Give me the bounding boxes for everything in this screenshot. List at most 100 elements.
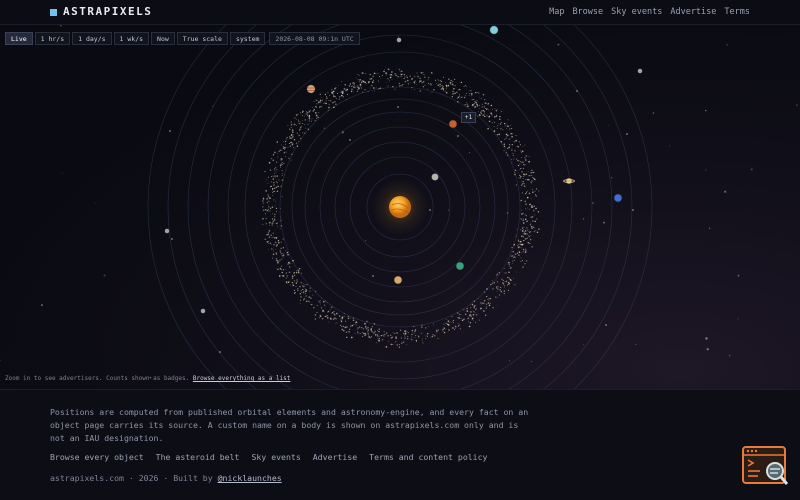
speed-1day-button[interactable]: 1 day/s	[72, 32, 112, 45]
asteroid	[309, 287, 311, 289]
orbit-canvas[interactable]	[0, 25, 800, 389]
asteroid	[407, 338, 409, 340]
jupiter-marker[interactable]	[306, 84, 316, 94]
asteroid	[274, 173, 276, 175]
earth-marker[interactable]	[455, 261, 465, 271]
asteroid	[378, 337, 380, 340]
site-logo[interactable]: ASTRAPIXELS	[63, 5, 152, 18]
asteroid	[268, 211, 270, 212]
asteroid	[270, 186, 272, 188]
nav-sky-events[interactable]: Sky events	[611, 7, 662, 17]
browse-list-link[interactable]: Browse everything as a list	[193, 375, 291, 382]
asteroid	[465, 313, 467, 315]
neptune-marker[interactable]	[613, 193, 623, 203]
asteroid	[313, 307, 315, 309]
star	[669, 145, 671, 147]
asteroid	[534, 190, 536, 192]
nav-browse[interactable]: Browse	[572, 7, 603, 17]
asteroid	[445, 318, 447, 320]
asteroid	[414, 330, 416, 332]
asteroid	[514, 173, 516, 176]
asteroid	[299, 285, 301, 288]
asteroid	[484, 102, 486, 104]
asteroid	[421, 81, 422, 83]
asteroid	[279, 164, 282, 166]
footer-link-browse[interactable]: Browse every object	[50, 452, 144, 462]
asteroid	[271, 222, 274, 225]
asteroid	[272, 178, 275, 180]
solar-system-map[interactable]	[0, 25, 800, 389]
small-body	[521, 213, 523, 215]
footer-link-sky-events[interactable]: Sky events	[251, 452, 300, 462]
asteroid	[510, 159, 512, 160]
asteroid	[357, 88, 360, 90]
asteroid	[287, 276, 289, 278]
sun-marker[interactable]	[389, 196, 411, 218]
venus-marker[interactable]	[393, 275, 403, 285]
system-button[interactable]: system	[229, 32, 266, 45]
speed-1wk-button[interactable]: 1 wk/s	[113, 32, 150, 45]
asteroid	[532, 176, 533, 178]
planet-markers[interactable]	[164, 25, 643, 314]
asteroid	[286, 137, 288, 139]
asteroid	[456, 91, 458, 94]
true-scale-button[interactable]: True scale	[176, 32, 228, 45]
asteroid	[474, 312, 476, 313]
asteroid	[365, 328, 368, 330]
asteroid	[383, 331, 385, 333]
dwarf-planet-marker[interactable]	[164, 228, 170, 234]
asteroid	[503, 150, 505, 152]
asteroid	[368, 336, 371, 338]
asteroid	[358, 75, 360, 76]
terminal-search-icon[interactable]	[742, 444, 790, 488]
nav-terms[interactable]: Terms	[724, 7, 750, 17]
author-link[interactable]: @nicklaunches	[218, 473, 282, 483]
asteroid	[277, 185, 279, 188]
asteroid	[305, 295, 307, 297]
asteroid	[267, 176, 269, 178]
nav-advertise[interactable]: Advertise	[670, 7, 716, 17]
asteroid	[359, 79, 361, 81]
star	[582, 344, 584, 345]
asteroid	[352, 82, 354, 84]
now-button[interactable]: Now	[151, 32, 175, 45]
footer-link-asteroid-belt[interactable]: The asteroid belt	[156, 452, 240, 462]
asteroid	[387, 85, 389, 87]
asteroid	[415, 339, 418, 342]
asteroid	[443, 76, 445, 78]
asteroid	[357, 79, 359, 81]
saturn-marker[interactable]	[565, 177, 573, 185]
asteroid	[271, 176, 273, 177]
speed-1hr-button[interactable]: 1 hr/s	[34, 32, 71, 45]
mars-marker[interactable]	[448, 119, 458, 129]
asteroid	[329, 317, 332, 319]
uranus-marker[interactable]	[489, 25, 499, 35]
asteroid	[525, 250, 527, 252]
asteroid	[296, 132, 299, 134]
asteroid	[295, 124, 297, 126]
dwarf-planet-marker[interactable]	[396, 37, 402, 43]
asteroid	[293, 123, 296, 125]
star	[468, 151, 471, 154]
live-button[interactable]: Live	[5, 32, 33, 45]
asteroid	[372, 75, 374, 77]
advertiser-count-badge[interactable]: +1	[461, 112, 476, 123]
asteroid	[283, 152, 286, 154]
asteroid	[273, 184, 275, 186]
footer-link-advertise[interactable]: Advertise	[313, 452, 357, 462]
footer-link-terms[interactable]: Terms and content policy	[369, 452, 487, 462]
asteroid	[408, 332, 410, 334]
dwarf-planet-marker[interactable]	[200, 308, 206, 314]
asteroid	[358, 326, 361, 328]
asteroid	[338, 98, 340, 100]
nav-map[interactable]: Map	[549, 7, 564, 17]
asteroid	[371, 325, 374, 328]
asteroid	[488, 304, 491, 307]
asteroid	[530, 216, 532, 218]
asteroid	[303, 299, 305, 301]
star	[635, 343, 637, 345]
mercury-marker[interactable]	[431, 173, 439, 181]
dwarf-planet-marker[interactable]	[637, 68, 643, 74]
asteroid	[517, 172, 519, 174]
asteroid	[311, 118, 313, 120]
